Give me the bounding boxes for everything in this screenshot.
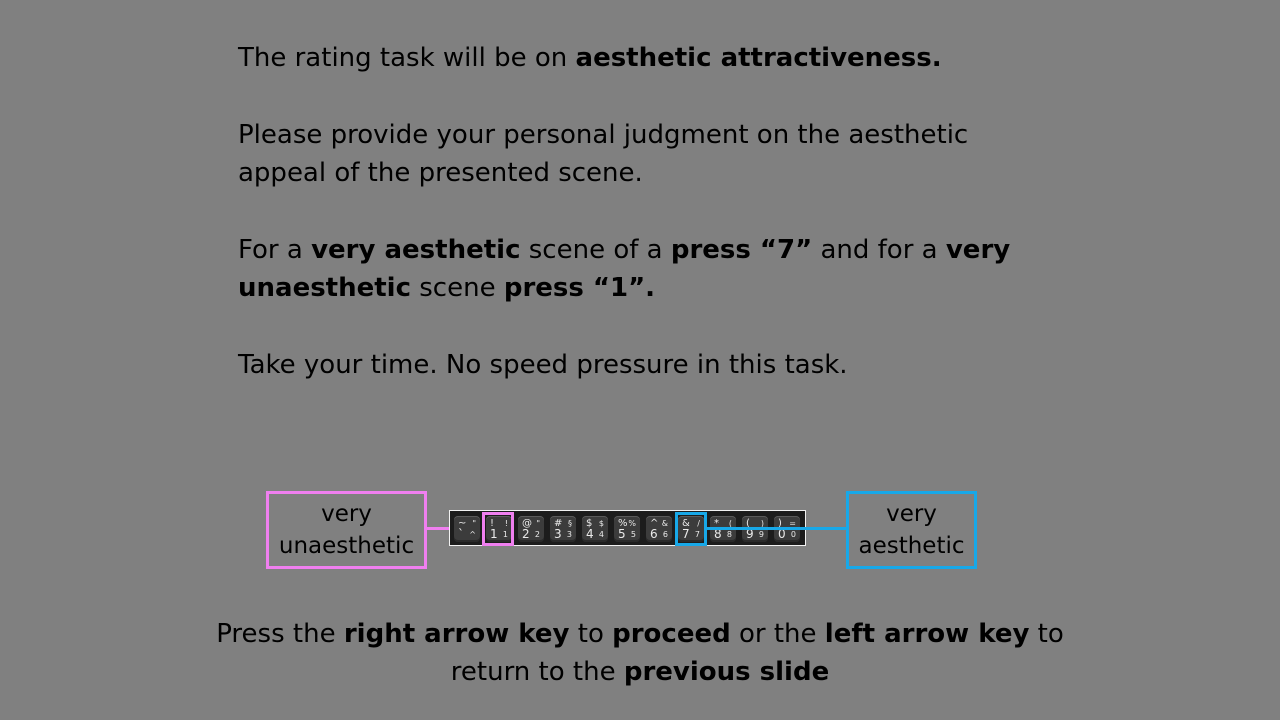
key-symbol: 3 — [554, 527, 562, 541]
key-symbol: 6 — [662, 530, 668, 539]
text: The rating task will be on — [238, 43, 576, 73]
navigation-instruction: Press the right arrow key to proceed or … — [200, 615, 1080, 691]
key-symbol: 2 — [522, 527, 530, 541]
key-symbol: 5 — [630, 530, 636, 539]
key-symbol: 4 — [598, 530, 604, 539]
label-line: aesthetic — [858, 533, 965, 559]
key-symbol: 0 — [790, 530, 796, 539]
emphasis: right arrow key — [343, 619, 570, 649]
highlight-key-7 — [675, 512, 707, 546]
text: or the — [730, 619, 825, 649]
key-2: @ " 2 2 — [518, 516, 544, 542]
emphasis: very aesthetic — [311, 235, 521, 265]
label-line: very — [321, 501, 372, 527]
key-symbol: 2 — [534, 530, 540, 539]
key-symbol: % — [628, 519, 636, 528]
instruction-judgment: Please provide your personal judgment on… — [238, 116, 1038, 192]
text: and for a — [812, 235, 946, 265]
instruction-keys: For a very aesthetic scene of a press “7… — [238, 231, 1038, 307]
text: Press the — [216, 619, 344, 649]
scale-low-label: very unaesthetic — [266, 491, 427, 569]
text: to — [569, 619, 613, 649]
connector-high — [707, 527, 848, 530]
key-symbol: " — [472, 519, 476, 528]
emphasis: press “7” — [670, 235, 813, 265]
key-symbol: ` — [458, 527, 464, 541]
key-6: ^ & 6 6 — [646, 516, 672, 542]
key-symbol: $ — [598, 519, 604, 528]
text: Please provide your personal judgment on… — [238, 120, 969, 188]
instruction-task-topic: The rating task will be on aesthetic att… — [238, 39, 1038, 77]
key-symbol: 9 — [758, 530, 764, 539]
emphasis: left arrow key — [824, 619, 1030, 649]
label-line: very — [886, 501, 937, 527]
emphasis: proceed — [612, 619, 731, 649]
text: scene of a — [520, 235, 671, 265]
emphasis: aesthetic attractiveness. — [575, 43, 942, 73]
scale-high-label: very aesthetic — [846, 491, 977, 569]
key-symbol: 3 — [566, 530, 572, 539]
key-tilde: ~ " ` ^ — [454, 516, 480, 542]
key-symbol: ^ — [469, 530, 476, 539]
key-symbol: 6 — [650, 527, 658, 541]
key-symbol: 5 — [618, 527, 626, 541]
key-3: # § 3 3 — [550, 516, 576, 542]
highlight-key-1 — [482, 512, 514, 546]
key-5: %% 5 5 — [614, 516, 640, 542]
key-symbol: & — [661, 519, 668, 528]
emphasis: press “1”. — [503, 273, 656, 303]
key-symbol: 8 — [726, 530, 732, 539]
key-symbol: 4 — [586, 527, 594, 541]
text: Take your time. No speed pressure in thi… — [238, 350, 848, 380]
text: scene — [411, 273, 504, 303]
key-symbol: " — [536, 519, 540, 528]
key-4: $ $4 4 — [582, 516, 608, 542]
key-symbol: § — [568, 519, 572, 528]
label-line: unaesthetic — [278, 533, 415, 559]
emphasis: previous slide — [623, 657, 830, 687]
instruction-time: Take your time. No speed pressure in thi… — [238, 346, 1038, 384]
text: For a — [238, 235, 312, 265]
